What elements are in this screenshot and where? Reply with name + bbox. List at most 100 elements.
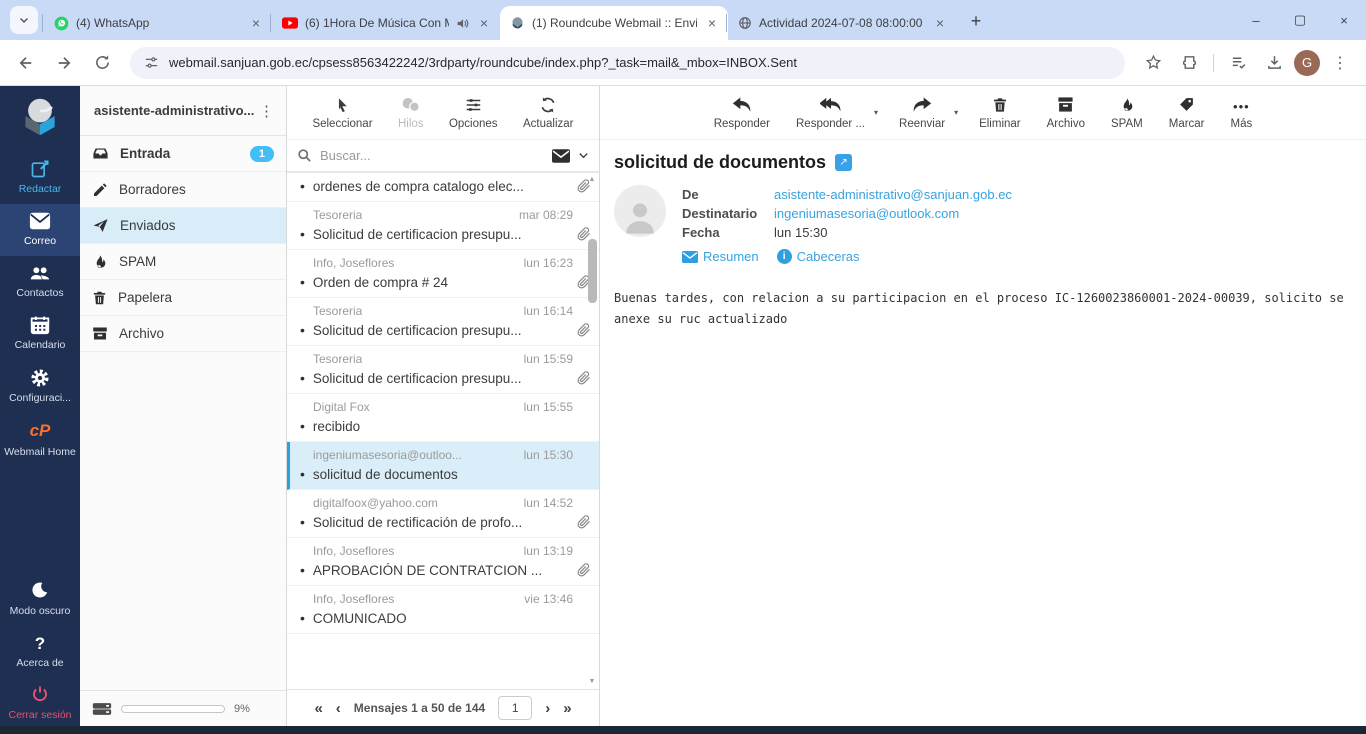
sidebar-item-redactar[interactable]: Redactar [0, 152, 80, 204]
message-subject: recibido [312, 418, 361, 434]
scroll-up-icon[interactable]: ▲ [589, 175, 596, 185]
refresh-button[interactable]: Actualizar [523, 96, 574, 130]
message-row[interactable]: Tesoreria lun 15:59 • Solicitud de certi… [287, 346, 599, 394]
next-page-button[interactable]: › [545, 700, 550, 717]
tab-youtube[interactable]: (6) 1Hora De Música Con M × [270, 6, 500, 40]
tab-actividad[interactable]: Actividad 2024-07-08 08:00:00 × [726, 6, 956, 40]
list-scrollbar[interactable]: ▲ ▼ [586, 175, 598, 687]
calendar-icon [2, 315, 78, 337]
message-row[interactable]: Digital Fox lun 15:55 • recibido [287, 394, 599, 442]
tab-close-icon[interactable]: × [476, 15, 492, 31]
prev-page-button[interactable]: ‹ [336, 700, 341, 717]
search-input[interactable]: Buscar... [320, 148, 544, 163]
message-date-value: lun 15:30 [774, 225, 828, 240]
back-icon[interactable] [10, 47, 42, 79]
reading-list-icon[interactable] [1222, 47, 1254, 79]
search-bar[interactable]: Buscar... [287, 140, 599, 173]
headers-toggle[interactable]: i Cabeceras [776, 249, 860, 264]
sidebar-item-label: Contactos [16, 287, 64, 300]
new-tab-button[interactable]: + [962, 7, 990, 35]
sidebar-item-webmail-home[interactable]: cP Webmail Home [0, 413, 80, 467]
forward-button[interactable]: Reenviar ▾ [899, 96, 958, 130]
dropdown-caret-icon[interactable]: ▾ [954, 108, 958, 117]
dropdown-caret-icon[interactable]: ▾ [874, 108, 878, 117]
from-address-link[interactable]: asistente-administrativo@sanjuan.gob.ec [774, 187, 1012, 202]
search-scope-mail-icon[interactable] [552, 148, 570, 163]
message-row[interactable]: Info, Joseflores lun 16:23 • Orden de co… [287, 250, 599, 298]
message-row[interactable]: Tesoreria lun 16:14 • Solicitud de certi… [287, 298, 599, 346]
scrollbar-track[interactable] [587, 185, 597, 677]
to-address-link[interactable]: ingeniumasesoria@outlook.com [774, 206, 959, 221]
extensions-icon[interactable] [1173, 47, 1205, 79]
spam-button[interactable]: SPAM [1111, 96, 1143, 130]
tab-close-icon[interactable]: × [704, 15, 720, 31]
reply-button[interactable]: Responder [714, 96, 770, 130]
close-window-button[interactable]: × [1322, 13, 1366, 28]
reply-all-button[interactable]: Responder ... ▾ [796, 96, 878, 130]
folder-archivo[interactable]: Archivo [80, 316, 286, 352]
list-pager: « ‹ Mensajes 1 a 50 de 144 1 › » [287, 689, 599, 726]
page-number-input[interactable]: 1 [498, 696, 533, 720]
first-page-button[interactable]: « [314, 700, 322, 717]
tab-title: (1) Roundcube Webmail :: Envi [532, 16, 697, 30]
folder-options-kebab-icon[interactable]: ⋮ [255, 102, 278, 120]
message-row[interactable]: digitalfoox@yahoo.com lun 14:52 • Solici… [287, 490, 599, 538]
delete-button[interactable]: Eliminar [979, 96, 1021, 130]
message-date: lun 16:23 [523, 256, 573, 270]
options-button[interactable]: Opciones [449, 96, 498, 130]
select-button[interactable]: Seleccionar [312, 96, 373, 130]
last-page-button[interactable]: » [563, 700, 571, 717]
folder-papelera[interactable]: Papelera [80, 280, 286, 316]
maximize-button[interactable]: ▢ [1278, 12, 1322, 28]
mark-button[interactable]: Marcar [1169, 96, 1205, 130]
sidebar-item-contactos[interactable]: Contactos [0, 256, 80, 308]
folder-entrada[interactable]: Entrada 1 [80, 136, 286, 172]
forward-icon[interactable] [48, 47, 80, 79]
message-row[interactable]: • ordenes de compra catalogo elec... [287, 173, 599, 202]
threads-button[interactable]: Hilos [398, 96, 424, 130]
sidebar-item-acerca-de[interactable]: ? Acerca de [0, 626, 80, 678]
archive-button[interactable]: Archivo [1047, 96, 1085, 130]
open-in-new-window-icon[interactable]: ↗ [835, 154, 853, 171]
scrollbar-thumb[interactable] [587, 239, 597, 304]
folder-spam[interactable]: SPAM [80, 244, 286, 280]
tab-close-icon[interactable]: × [932, 15, 948, 31]
flame-icon [92, 254, 108, 270]
message-row[interactable]: Info, Joseflores vie 13:46 • COMUNICADO [287, 586, 599, 634]
tab-audio-icon[interactable] [456, 17, 469, 30]
folder-borradores[interactable]: Borradores [80, 172, 286, 208]
folder-enviados[interactable]: Enviados [80, 208, 286, 244]
reload-icon[interactable] [86, 47, 118, 79]
summary-toggle[interactable]: Resumen [682, 249, 759, 264]
site-settings-icon[interactable] [144, 55, 159, 70]
scroll-down-icon[interactable]: ▼ [589, 677, 596, 687]
tab-title: Actividad 2024-07-08 08:00:00 [759, 16, 923, 30]
download-icon[interactable] [1258, 47, 1290, 79]
tab-search-button[interactable] [10, 6, 38, 34]
tab-close-icon[interactable]: × [248, 15, 264, 31]
sidebar-item-correo[interactable]: Correo [0, 204, 80, 257]
url-bar[interactable]: webmail.sanjuan.gob.ec/cpsess8563422242/… [130, 46, 1125, 79]
search-options-chevron-icon[interactable] [578, 150, 589, 161]
message-row[interactable]: Tesoreria mar 08:29 • Solicitud de certi… [287, 202, 599, 250]
sidebar-item-calendario[interactable]: Calendario [0, 308, 80, 360]
tab-roundcube-active[interactable]: (1) Roundcube Webmail :: Envi × [500, 6, 728, 40]
message-subject-line: • recibido [300, 415, 575, 436]
sidebar-item-cerrar-sesion[interactable]: Cerrar sesión [0, 678, 80, 726]
minimize-button[interactable]: – [1234, 13, 1278, 28]
message-row[interactable]: ingeniumasesoria@outloo... lun 15:30 • s… [287, 442, 599, 490]
sidebar-item-modo-oscuro[interactable]: Modo oscuro [0, 574, 80, 626]
archive-icon [1047, 96, 1085, 118]
sidebar-item-configuracion[interactable]: Configuraci... [0, 361, 80, 413]
tab-title: (6) 1Hora De Música Con M [305, 16, 449, 30]
message-row[interactable]: Info, Joseflores lun 13:19 • APROBACIÓN … [287, 538, 599, 586]
tab-whatsapp[interactable]: (4) WhatsApp × [42, 6, 272, 40]
kebab-menu-icon[interactable]: ⋮ [1324, 47, 1356, 79]
profile-avatar[interactable]: G [1294, 49, 1320, 76]
cpanel-logo: cP [29, 420, 51, 440]
message-subject-line: • Solicitud de certificacion presupu... [300, 367, 575, 388]
bookmark-star-icon[interactable] [1137, 47, 1169, 79]
app-sidebar: Redactar Correo Contactos Calendario Con… [0, 86, 80, 726]
more-button[interactable]: ••• Más [1231, 96, 1253, 130]
trash-icon [92, 290, 107, 306]
